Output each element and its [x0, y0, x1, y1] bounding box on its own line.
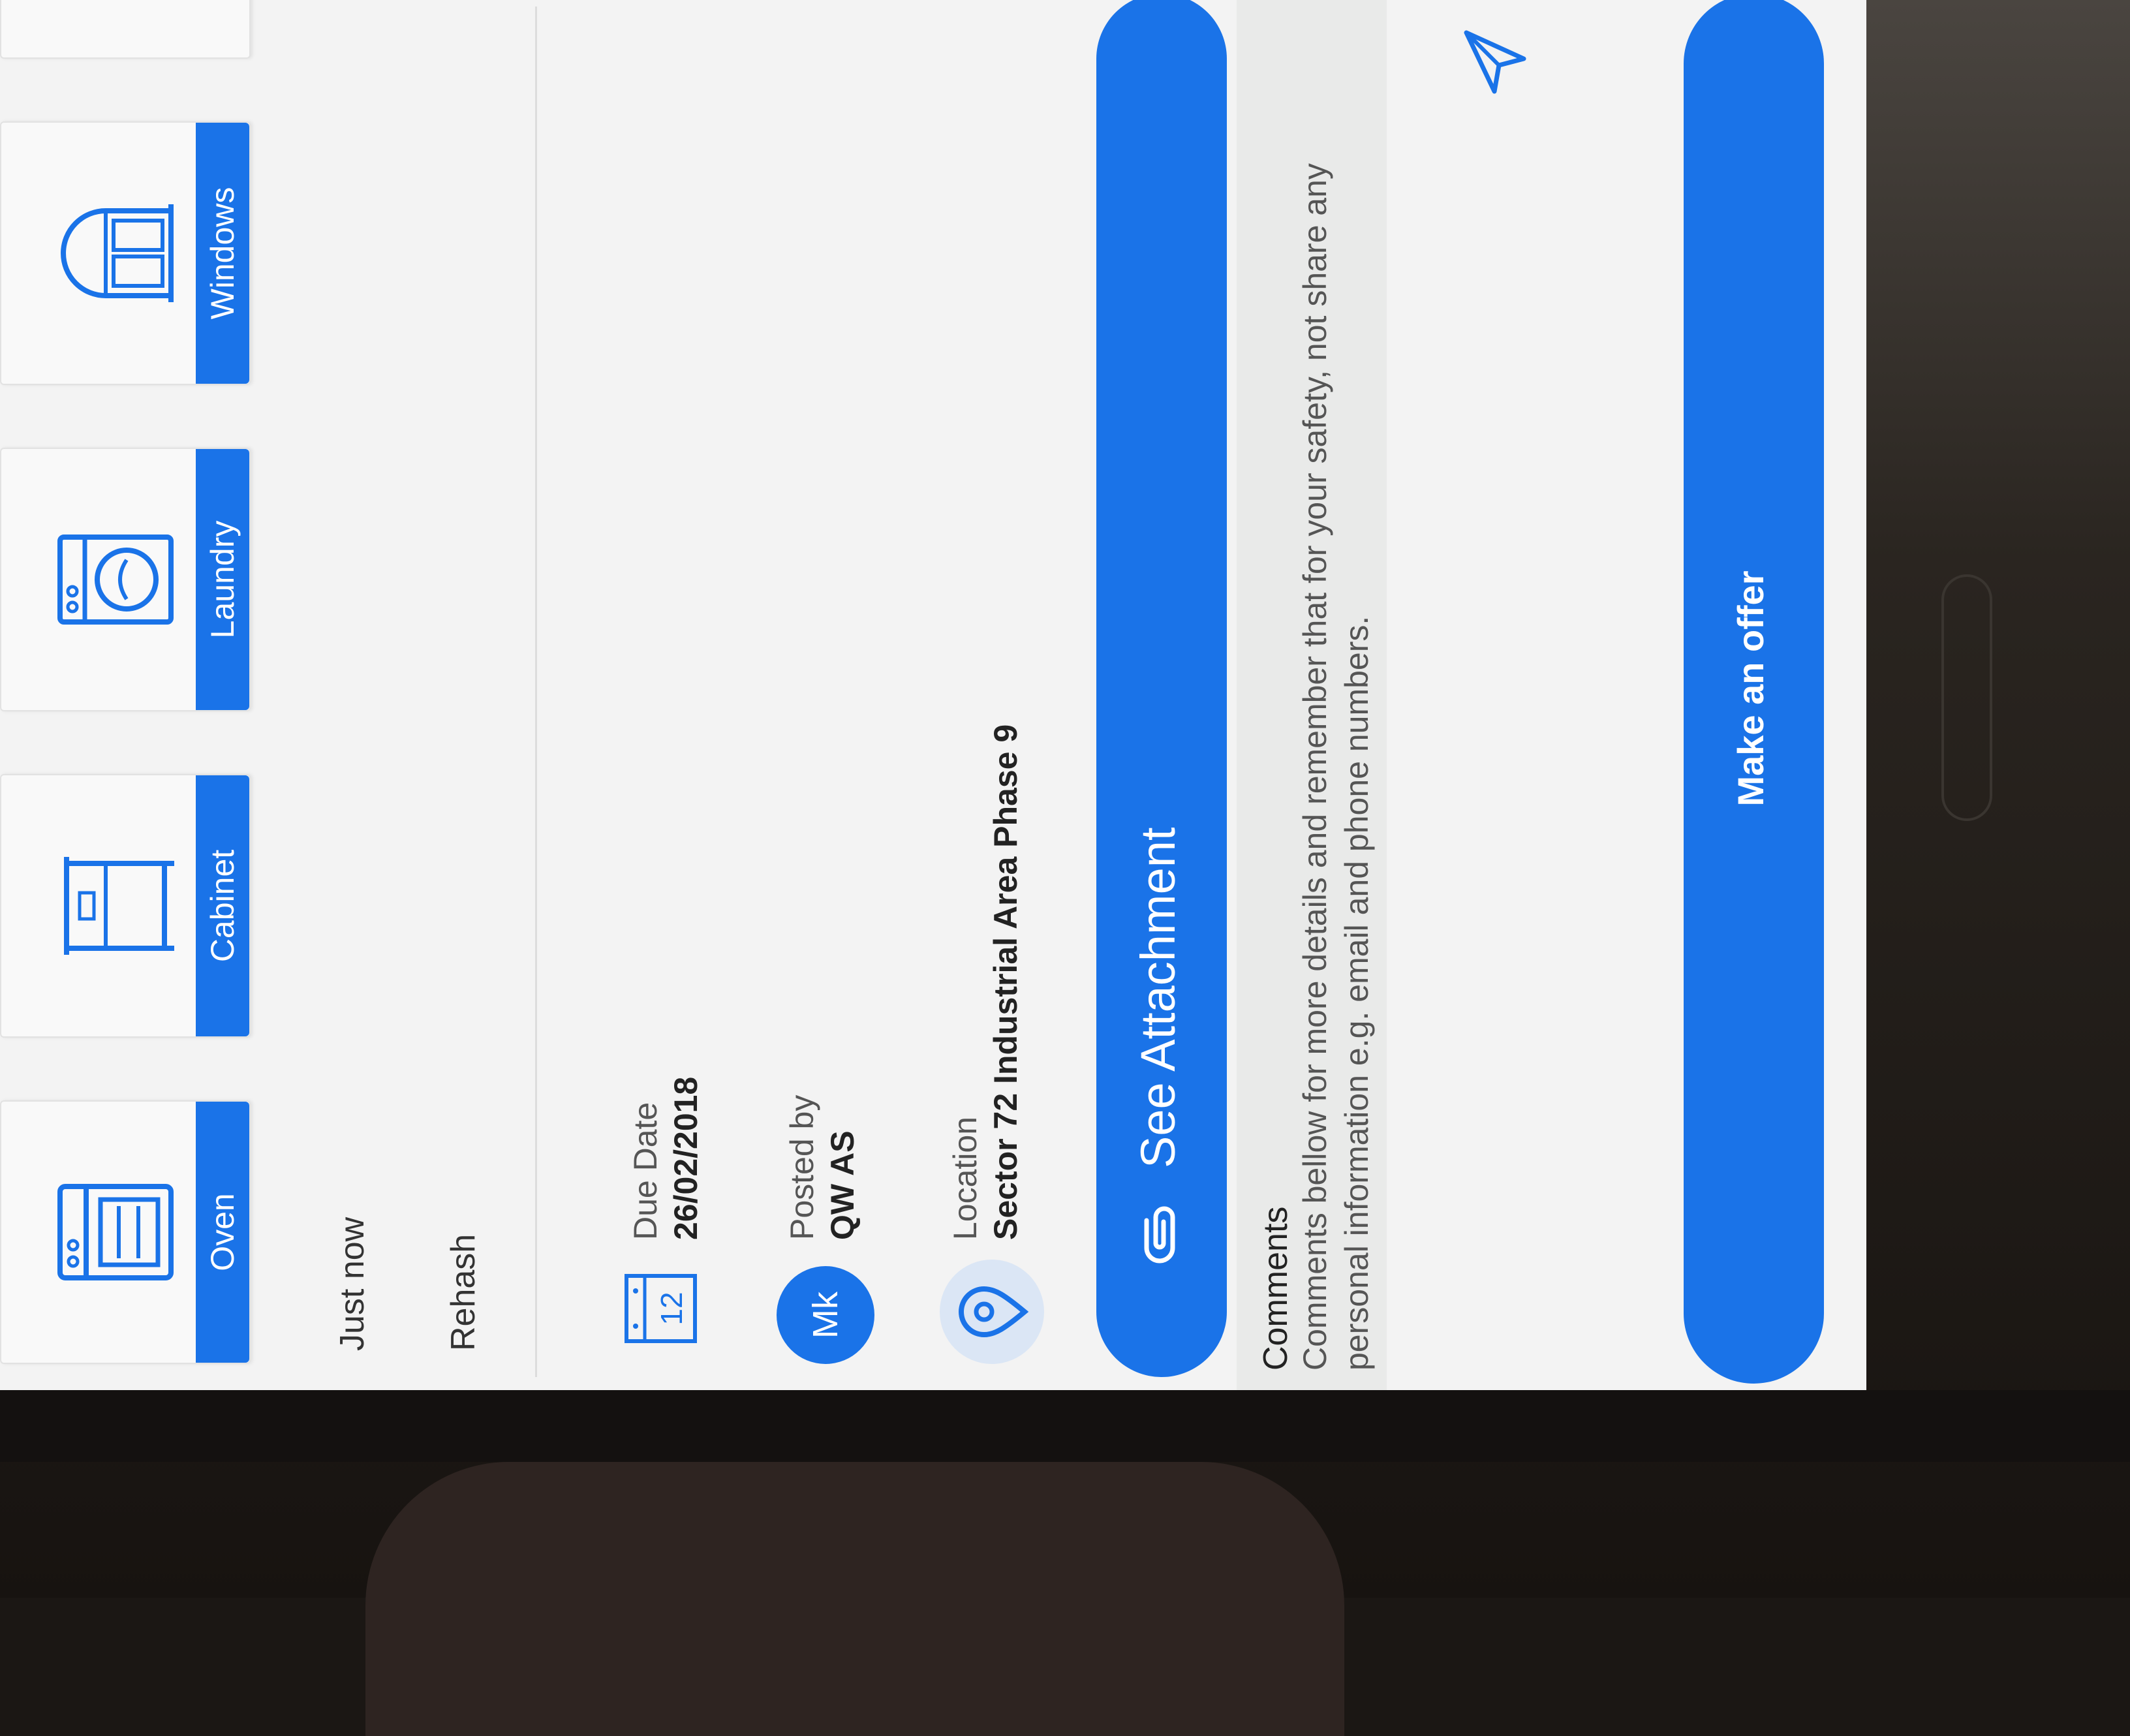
location-label: Location: [947, 1116, 983, 1240]
category-label: Oven: [196, 1102, 249, 1363]
category-oven[interactable]: Oven: [0, 1100, 251, 1364]
category-label: Cabinet: [196, 775, 249, 1036]
calendar-icon: 12: [625, 1274, 697, 1343]
location-value: Sector 72 Industrial Area Phase 9: [987, 724, 1024, 1240]
cabinet-icon: [64, 857, 174, 955]
posted-by-value: QW AS: [824, 1130, 861, 1240]
category-partial[interactable]: [0, 0, 251, 59]
finger: [365, 1462, 1344, 1736]
comments-title: Comments: [1257, 1206, 1295, 1371]
paperclip-icon: [1144, 1206, 1175, 1263]
category-label: Laundry: [196, 449, 249, 710]
posted-by-label: Posted by: [784, 1094, 820, 1240]
avatar-initials: Mk: [806, 1292, 845, 1339]
make-offer-button[interactable]: Make an offer: [1684, 0, 1824, 1384]
make-offer-label: Make an offer: [1730, 570, 1771, 807]
device-bezel: [0, 1390, 2130, 1462]
washing-machine-icon: [57, 535, 174, 625]
category-cabinet[interactable]: Cabinet: [0, 774, 251, 1038]
map-pin-icon: [959, 1286, 1029, 1338]
divider: [535, 7, 537, 1377]
post-title: Rehash: [444, 1233, 482, 1351]
window-icon: [61, 204, 174, 302]
post-time: Just now: [333, 1217, 371, 1351]
comment-input-area[interactable]: [1393, 0, 1596, 1390]
category-row: Oven Cabinet Laundry Windows: [0, 0, 274, 1390]
oven-icon: [57, 1184, 174, 1280]
category-windows[interactable]: Windows: [0, 121, 251, 385]
comments-notice: Comments bellow for more details and rem…: [1297, 163, 1375, 1371]
see-attachment-button[interactable]: See Attachment: [1096, 0, 1227, 1377]
see-attachment-label: See Attachment: [1131, 827, 1185, 1168]
due-date-label: Due Date: [627, 1102, 664, 1240]
send-icon[interactable]: [1459, 26, 1530, 98]
device-home-button: [1941, 574, 1992, 821]
calendar-day: 12: [655, 1292, 688, 1325]
comments-panel: Comments Comments bellow for more detail…: [1237, 0, 1387, 1390]
category-label: Windows: [196, 123, 249, 384]
avatar[interactable]: Mk: [777, 1266, 874, 1364]
due-date-value: 26/02/2018: [668, 1076, 704, 1240]
location-icon-wrap: [940, 1260, 1044, 1364]
app-screen: Oven Cabinet Laundry Windows Just now Re…: [0, 0, 1866, 1390]
category-laundry[interactable]: Laundry: [0, 448, 251, 711]
